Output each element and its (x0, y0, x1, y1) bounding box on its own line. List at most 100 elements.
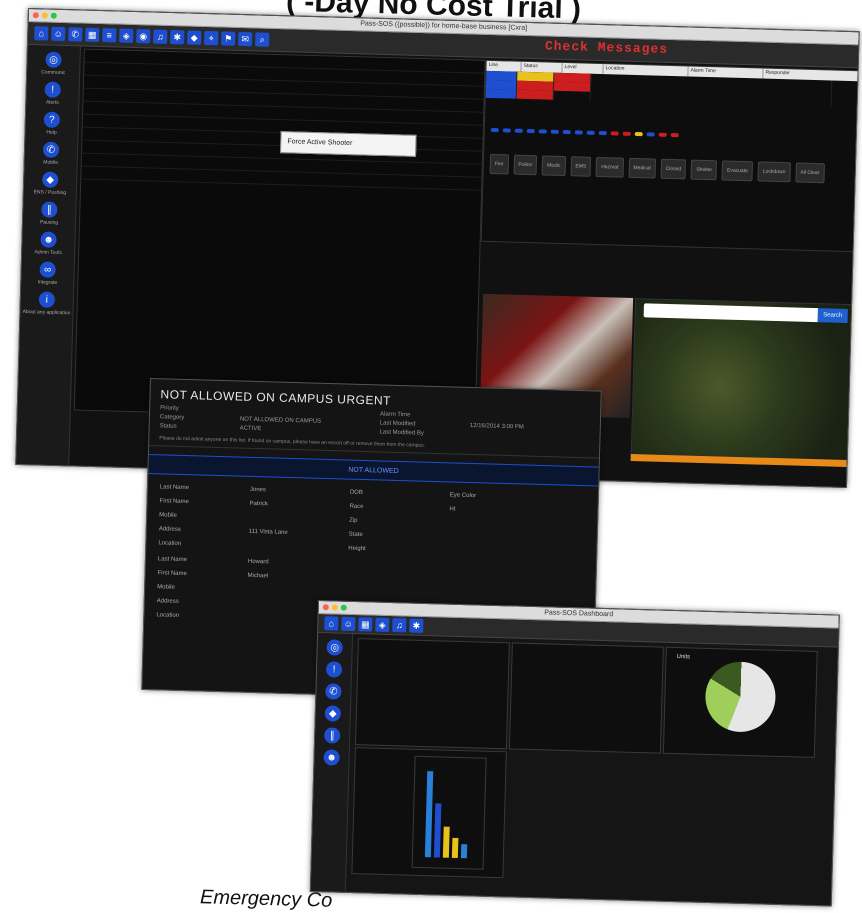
user-icon[interactable]: ☺ (51, 26, 66, 42)
shield-icon[interactable]: ◆ (187, 30, 202, 45)
status-chip[interactable] (586, 130, 595, 135)
home-icon[interactable]: ⌂ (34, 26, 49, 41)
minimize-window-icon[interactable] (41, 12, 48, 19)
phone-icon: ✆ (42, 141, 60, 158)
home-icon[interactable]: ⌂ (324, 616, 339, 631)
status-chip[interactable] (562, 129, 571, 135)
link-icon: ∞ (39, 261, 56, 278)
status-chip[interactable] (574, 130, 583, 135)
field-value (449, 520, 549, 529)
list-icon[interactable]: ≡ (102, 28, 117, 43)
status-chip[interactable] (490, 127, 499, 133)
sidebar-item-ens[interactable]: ◆ ENS / Pushing (24, 171, 77, 196)
window-controls[interactable] (32, 12, 57, 19)
field-label: Race (349, 503, 364, 511)
action-button[interactable]: All Clear (795, 162, 825, 184)
close-window-icon[interactable] (322, 604, 329, 611)
sidebar-item[interactable]: ✆ (316, 683, 350, 700)
pause-icon: ∥ (324, 727, 341, 744)
minimize-window-icon[interactable] (331, 604, 338, 611)
status-chip[interactable] (538, 129, 547, 134)
sidebar-item-admin[interactable]: ☻ Admin Tools (22, 231, 75, 256)
sidebar-item-about[interactable]: i About any application (20, 291, 73, 316)
sidebar-item-label: Communic (41, 69, 66, 77)
gear-icon[interactable]: ✱ (170, 29, 185, 45)
grid-icon[interactable]: ▦ (358, 617, 373, 632)
chat-icon[interactable]: ✉ (238, 31, 253, 47)
sidebar-item[interactable]: ◆ (316, 705, 350, 722)
grid-icon[interactable]: ▦ (85, 27, 100, 42)
status-chip[interactable] (670, 132, 679, 138)
field-label: Mobile (157, 584, 175, 591)
user-icon[interactable]: ☺ (341, 616, 356, 632)
window-title: Pass-SOS Dashboard (544, 609, 614, 619)
status-chip[interactable] (526, 128, 535, 134)
status-chip[interactable] (658, 132, 667, 137)
status-chip[interactable] (634, 131, 643, 137)
status-chip[interactable] (622, 131, 631, 136)
sidebar-item[interactable]: ☻ (314, 749, 348, 766)
field-label: Address (156, 598, 179, 605)
bell-icon[interactable]: ♫ (392, 618, 407, 633)
field-label: Ht (449, 506, 456, 513)
maximize-window-icon[interactable] (50, 12, 57, 19)
force-active-shooter-popup[interactable]: Force Active Shooter (280, 131, 417, 157)
action-button[interactable]: Closed (660, 158, 687, 180)
status-chip[interactable] (598, 130, 607, 136)
field-label: Last Name (159, 484, 190, 492)
status-chip[interactable] (550, 129, 559, 134)
help-icon: ? (43, 111, 61, 128)
sidebar-item-label: Help (46, 129, 57, 136)
location-icon[interactable]: ⌖ (204, 30, 219, 46)
status-chip[interactable] (502, 128, 511, 133)
camera-icon[interactable]: ◉ (136, 29, 151, 44)
action-button[interactable]: Police (513, 154, 538, 176)
chart-bar (424, 771, 434, 858)
sidebar-item-label: Pausing (39, 219, 59, 226)
action-button[interactable]: Medical (628, 157, 656, 179)
bell-icon[interactable]: ♫ (153, 29, 168, 44)
sidebar-item-communic[interactable]: ◎ Communic (27, 51, 80, 76)
sidebar-item-integrate[interactable]: ∞ Integrate (21, 261, 74, 286)
status-chip[interactable] (610, 131, 619, 136)
map-view[interactable]: Search (630, 298, 854, 462)
flag-icon[interactable]: ⚑ (221, 31, 236, 46)
field-label: Last Name (157, 556, 188, 564)
maximize-window-icon[interactable] (340, 604, 347, 611)
status-chip[interactable] (514, 128, 523, 133)
map-icon[interactable]: ◈ (119, 28, 134, 43)
status-chip[interactable] (646, 132, 655, 137)
phone-icon: ✆ (325, 683, 342, 700)
sidebar-item-label: Admin Tools (34, 249, 62, 257)
action-button[interactable]: Medic (541, 155, 566, 177)
field-label: First Name (159, 498, 189, 506)
window-controls[interactable] (322, 604, 347, 611)
field-label: Last Modified (379, 420, 416, 428)
sidebar-item[interactable]: ◎ (317, 639, 351, 656)
action-button[interactable]: EMS (570, 156, 592, 177)
map-search-button[interactable]: Search (817, 308, 848, 324)
field-label: DOB (349, 489, 363, 496)
map-search-input[interactable] (643, 303, 820, 323)
close-window-icon[interactable] (32, 12, 39, 19)
field-value (248, 543, 348, 552)
gear-icon[interactable]: ✱ (409, 618, 424, 633)
search-icon[interactable]: ⌕ (255, 32, 270, 47)
action-button[interactable]: Lockdown (757, 161, 791, 183)
sidebar-item-label: Integrate (37, 279, 58, 286)
chart-bar (460, 844, 468, 859)
action-button[interactable]: Shelter (690, 159, 718, 181)
sidebar-item[interactable]: ! (317, 661, 351, 678)
sidebar-item-alerts[interactable]: ! Alerts (26, 81, 79, 106)
sidebar-item-help[interactable]: ? Help (25, 111, 78, 136)
incident-list-pane (73, 48, 486, 422)
action-button[interactable]: Fire (489, 153, 509, 175)
sidebar-item-mobile[interactable]: ✆ Mobile (25, 141, 78, 166)
map-icon[interactable]: ◈ (375, 617, 390, 632)
sidebar-item-pausing[interactable]: ∥ Pausing (23, 201, 76, 226)
action-button[interactable]: Hazmat (595, 156, 624, 178)
info-icon: i (38, 291, 56, 308)
phone-icon[interactable]: ✆ (68, 27, 83, 42)
action-button[interactable]: Evacuate (721, 160, 754, 182)
sidebar-item[interactable]: ∥ (315, 727, 349, 744)
